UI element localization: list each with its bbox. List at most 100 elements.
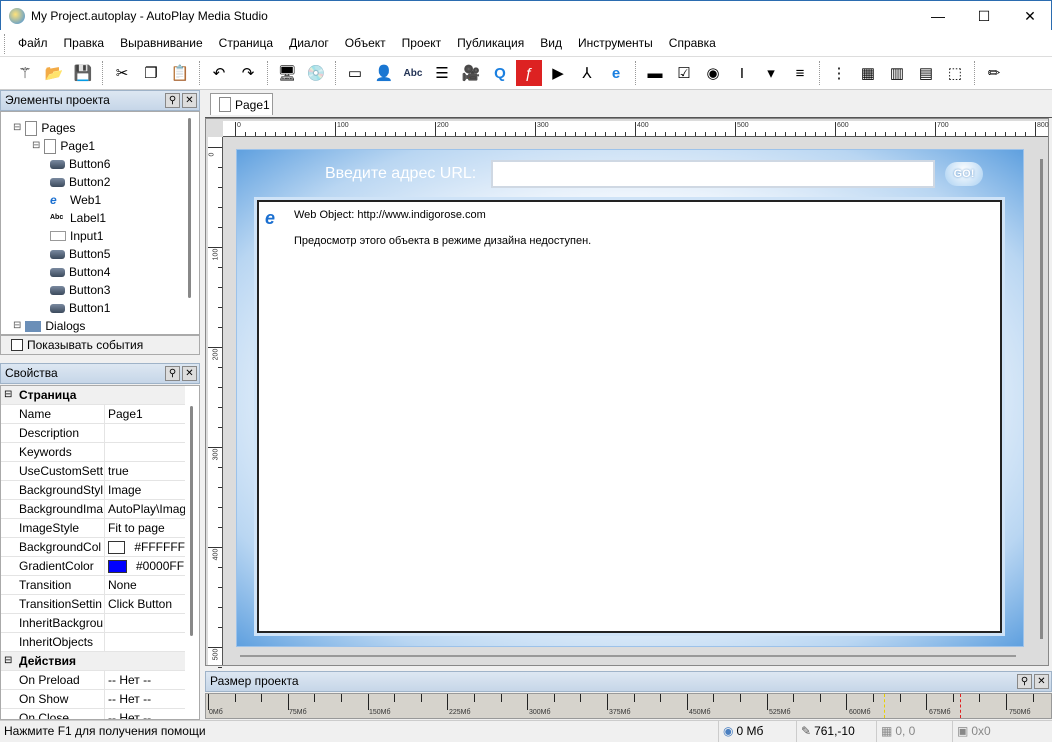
property-value[interactable]: -- Нет -- [104,690,185,708]
expand-icon[interactable]: ⊟ [13,317,21,334]
checkbox-object-icon[interactable]: ☑ [671,60,697,86]
go-button[interactable]: GO! [945,162,983,186]
property-row[interactable]: On Preload -- Нет -- [1,671,185,690]
tree-item-label1[interactable]: Abc Label1 [50,209,106,227]
property-value[interactable]: Fit to page [104,519,185,537]
property-row[interactable]: BackgroundIma AutoPlay\Imag [1,500,185,519]
property-value[interactable]: Click Button [104,595,185,613]
tree-item-button2[interactable]: Button2 [50,173,110,191]
design-canvas[interactable]: 0 100 200 300 400 500 600 700 800 0 100 200 300 400 5… [205,118,1049,668]
redo-icon[interactable]: ↷ [235,60,261,86]
close-icon[interactable]: ✕ [182,366,197,381]
property-row[interactable]: Keywords [1,443,185,462]
pen-icon[interactable]: ✏ [981,60,1007,86]
property-value[interactable] [104,424,185,442]
undo-icon[interactable]: ↶ [206,60,232,86]
expand-icon[interactable]: ⊟ [13,119,21,137]
menu-item[interactable]: Файл [10,30,56,57]
menu-item[interactable]: Вид [532,30,570,57]
quicktime-object-icon[interactable]: Q [487,60,513,86]
grid-object-icon[interactable]: ▦ [855,60,881,86]
combobox-object-icon[interactable]: ▾ [758,60,784,86]
vertical-scrollbar[interactable] [1040,159,1043,639]
input-object-icon[interactable]: ▬ [642,60,668,86]
property-row[interactable]: ImageStyle Fit to page [1,519,185,538]
property-row[interactable]: On Show -- Нет -- [1,690,185,709]
tree-item-input1[interactable]: Input1 [50,227,103,245]
save-icon[interactable]: 💾 [70,60,96,86]
property-row[interactable]: Name Page1 [1,405,185,424]
property-value[interactable]: None [104,576,185,594]
menu-item[interactable]: Страница [211,30,281,57]
preview-icon[interactable]: 🖥 [274,60,300,86]
copy-icon[interactable]: ❐ [138,60,164,86]
listbox-object-icon[interactable]: ≡ [787,60,813,86]
collapse-icon[interactable]: ⊟ [4,652,12,670]
menu-item[interactable]: Инструменты [570,30,661,57]
property-row[interactable]: TransitionSettin Click Button [1,595,185,614]
open-folder-icon[interactable]: 📂 [41,60,67,86]
cut-icon[interactable]: ✂ [109,60,135,86]
property-value[interactable]: #0000FF [104,557,185,575]
menu-item[interactable]: Объект [337,30,394,57]
slideshow-object-icon[interactable]: ▶ [545,60,571,86]
property-value[interactable]: Image [104,481,185,499]
property-row[interactable]: BackgroundStyl Image [1,481,185,500]
property-row[interactable]: UseCustomSett true [1,462,185,481]
tree-item-button1[interactable]: Button1 [50,299,110,317]
property-row[interactable]: Description [1,424,185,443]
tree-item-button4[interactable]: Button4 [50,263,110,281]
xbutton-object-icon[interactable]: ▤ [913,60,939,86]
tab-page1[interactable]: Page1 [210,93,273,115]
radio-object-icon[interactable]: ◉ [700,60,726,86]
tree-item-button3[interactable]: Button3 [50,281,110,299]
pin-icon[interactable]: ⚲ [165,366,180,381]
tree-object-icon[interactable]: ⋮ [826,60,852,86]
checkbox[interactable] [11,339,23,351]
property-row[interactable]: Transition None [1,576,185,595]
paragraph-object-icon[interactable]: ☰ [429,60,455,86]
hotspot-object-icon[interactable]: ⬚ [942,60,968,86]
property-value[interactable]: -- Нет -- [104,709,185,719]
properties-scrollbar[interactable] [190,406,193,636]
property-row[interactable]: On Close -- Нет -- [1,709,185,719]
tree-item-page1[interactable]: ⊟ Page1 [32,137,95,155]
label-object-icon[interactable]: Abc [400,60,426,86]
property-value[interactable] [104,443,185,461]
page-surface[interactable]: Введите адрес URL: GO! e Web Object: htt… [236,149,1024,647]
minimize-button[interactable]: — [915,1,961,31]
maximize-button[interactable]: ☐ [961,1,1007,31]
web-object-icon[interactable]: e [603,60,629,86]
property-value[interactable] [104,633,185,651]
menu-item[interactable]: Справка [661,30,724,57]
flash-object-icon[interactable]: ƒ [516,60,542,86]
publish-disc-icon[interactable]: 💿 [303,60,329,86]
property-value[interactable]: true [104,462,185,480]
collapse-icon[interactable]: ⊟ [4,386,12,404]
tree-item-dialogs[interactable]: ⊟ Dialogs [13,317,85,334]
property-value[interactable]: #FFFFFF [104,538,185,556]
close-icon[interactable]: ✕ [182,93,197,108]
tree-item-button5[interactable]: Button5 [50,245,110,263]
web-object[interactable]: e Web Object: http://www.indigorose.com … [257,200,1002,633]
property-value[interactable] [104,614,185,632]
property-row[interactable]: BackgroundCol #FFFFFF [1,538,185,557]
close-icon[interactable]: ✕ [1034,674,1049,689]
paste-icon[interactable]: 📋 [167,60,193,86]
button-object-icon[interactable]: ▭ [342,60,368,86]
show-events-checkbox[interactable]: Показывать события [0,335,200,355]
property-row[interactable]: InheritBackgrou [1,614,185,633]
close-button[interactable]: ✕ [1007,1,1052,31]
tree-item-web1[interactable]: e Web1 [50,191,101,209]
expand-icon[interactable]: ⊟ [32,137,40,155]
video-object-icon[interactable]: 🎥 [458,60,484,86]
property-value[interactable]: AutoPlay\Imag [104,500,185,518]
menu-item[interactable]: Выравнивание [112,30,211,57]
pdf-object-icon[interactable]: ⅄ [574,60,600,86]
tree-item-pages[interactable]: ⊟ Pages [13,119,75,137]
menu-item[interactable]: Проект [394,30,450,57]
menu-item[interactable]: Правка [56,30,113,57]
menu-item[interactable]: Публикация [449,30,532,57]
textfield-object-icon[interactable]: I [729,60,755,86]
horizontal-scrollbar[interactable] [240,655,1016,657]
